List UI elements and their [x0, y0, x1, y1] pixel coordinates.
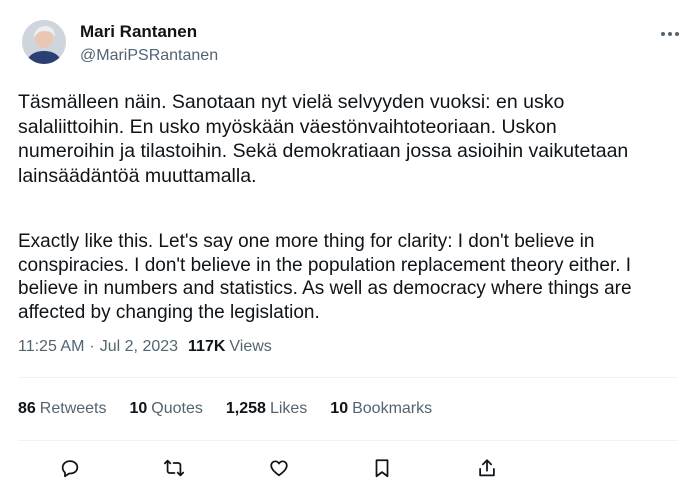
views-count: 117K	[188, 338, 226, 355]
divider	[18, 377, 678, 378]
heart-icon	[270, 460, 288, 477]
engagement-stats: 86 Retweets 10 Quotes 1,258 Likes 10 Bookmar…	[18, 400, 455, 418]
bookmark-button[interactable]	[368, 454, 396, 482]
tweet-text-translation: Exactly like this. Let's say one more th…	[18, 231, 632, 323]
stat-retweets[interactable]: 86 Retweets	[18, 400, 107, 418]
author-handle[interactable]: @MariPSRantanen	[80, 45, 218, 67]
reply-button[interactable]	[56, 454, 84, 482]
share-icon	[479, 459, 495, 477]
avatar-photo-icon	[22, 20, 66, 64]
reply-icon	[61, 460, 79, 478]
stat-bookmarks[interactable]: 10 Bookmarks	[330, 400, 432, 418]
action-bar	[0, 452, 700, 484]
stat-count: 10	[330, 400, 349, 417]
tweet-header: Mari Rantanen @MariPSRantanen	[18, 16, 682, 72]
bookmark-icon	[375, 459, 389, 478]
stat-likes[interactable]: 1,258 Likes	[226, 400, 307, 418]
stat-label: Likes	[269, 400, 308, 417]
tweet-text-finnish: Täsmälleen näin. Sanotaan nyt vielä selv…	[18, 91, 629, 187]
meta-separator: ·	[89, 338, 95, 355]
stat-count: 1,258	[225, 400, 266, 417]
stat-label: Bookmarks	[352, 400, 433, 417]
views-label: Views	[229, 338, 272, 355]
more-dots-icon	[661, 32, 679, 36]
retweet-icon	[163, 459, 185, 477]
tweet-card: Mari Rantanen @MariPSRantanen Täsmälleen…	[0, 0, 700, 493]
stat-count: 10	[129, 400, 148, 417]
tweet-meta: 11:25 AM · Jul 2, 2023 117K Views	[18, 338, 272, 356]
stat-label: Quotes	[151, 400, 203, 417]
stat-label: Retweets	[39, 400, 107, 417]
stat-quotes[interactable]: 10 Quotes	[130, 400, 203, 418]
stat-count: 86	[18, 400, 36, 417]
author-names: Mari Rantanen @MariPSRantanen	[80, 21, 218, 67]
divider	[18, 440, 678, 441]
share-button[interactable]	[473, 454, 501, 482]
more-options-button[interactable]	[658, 24, 682, 44]
tweet-time[interactable]: 11:25 AM	[18, 338, 84, 356]
like-button[interactable]	[265, 454, 293, 482]
avatar[interactable]	[22, 20, 66, 64]
author-display-name[interactable]: Mari Rantanen	[80, 21, 218, 43]
retweet-button[interactable]	[160, 454, 188, 482]
tweet-date[interactable]: Jul 2, 2023	[100, 338, 178, 356]
